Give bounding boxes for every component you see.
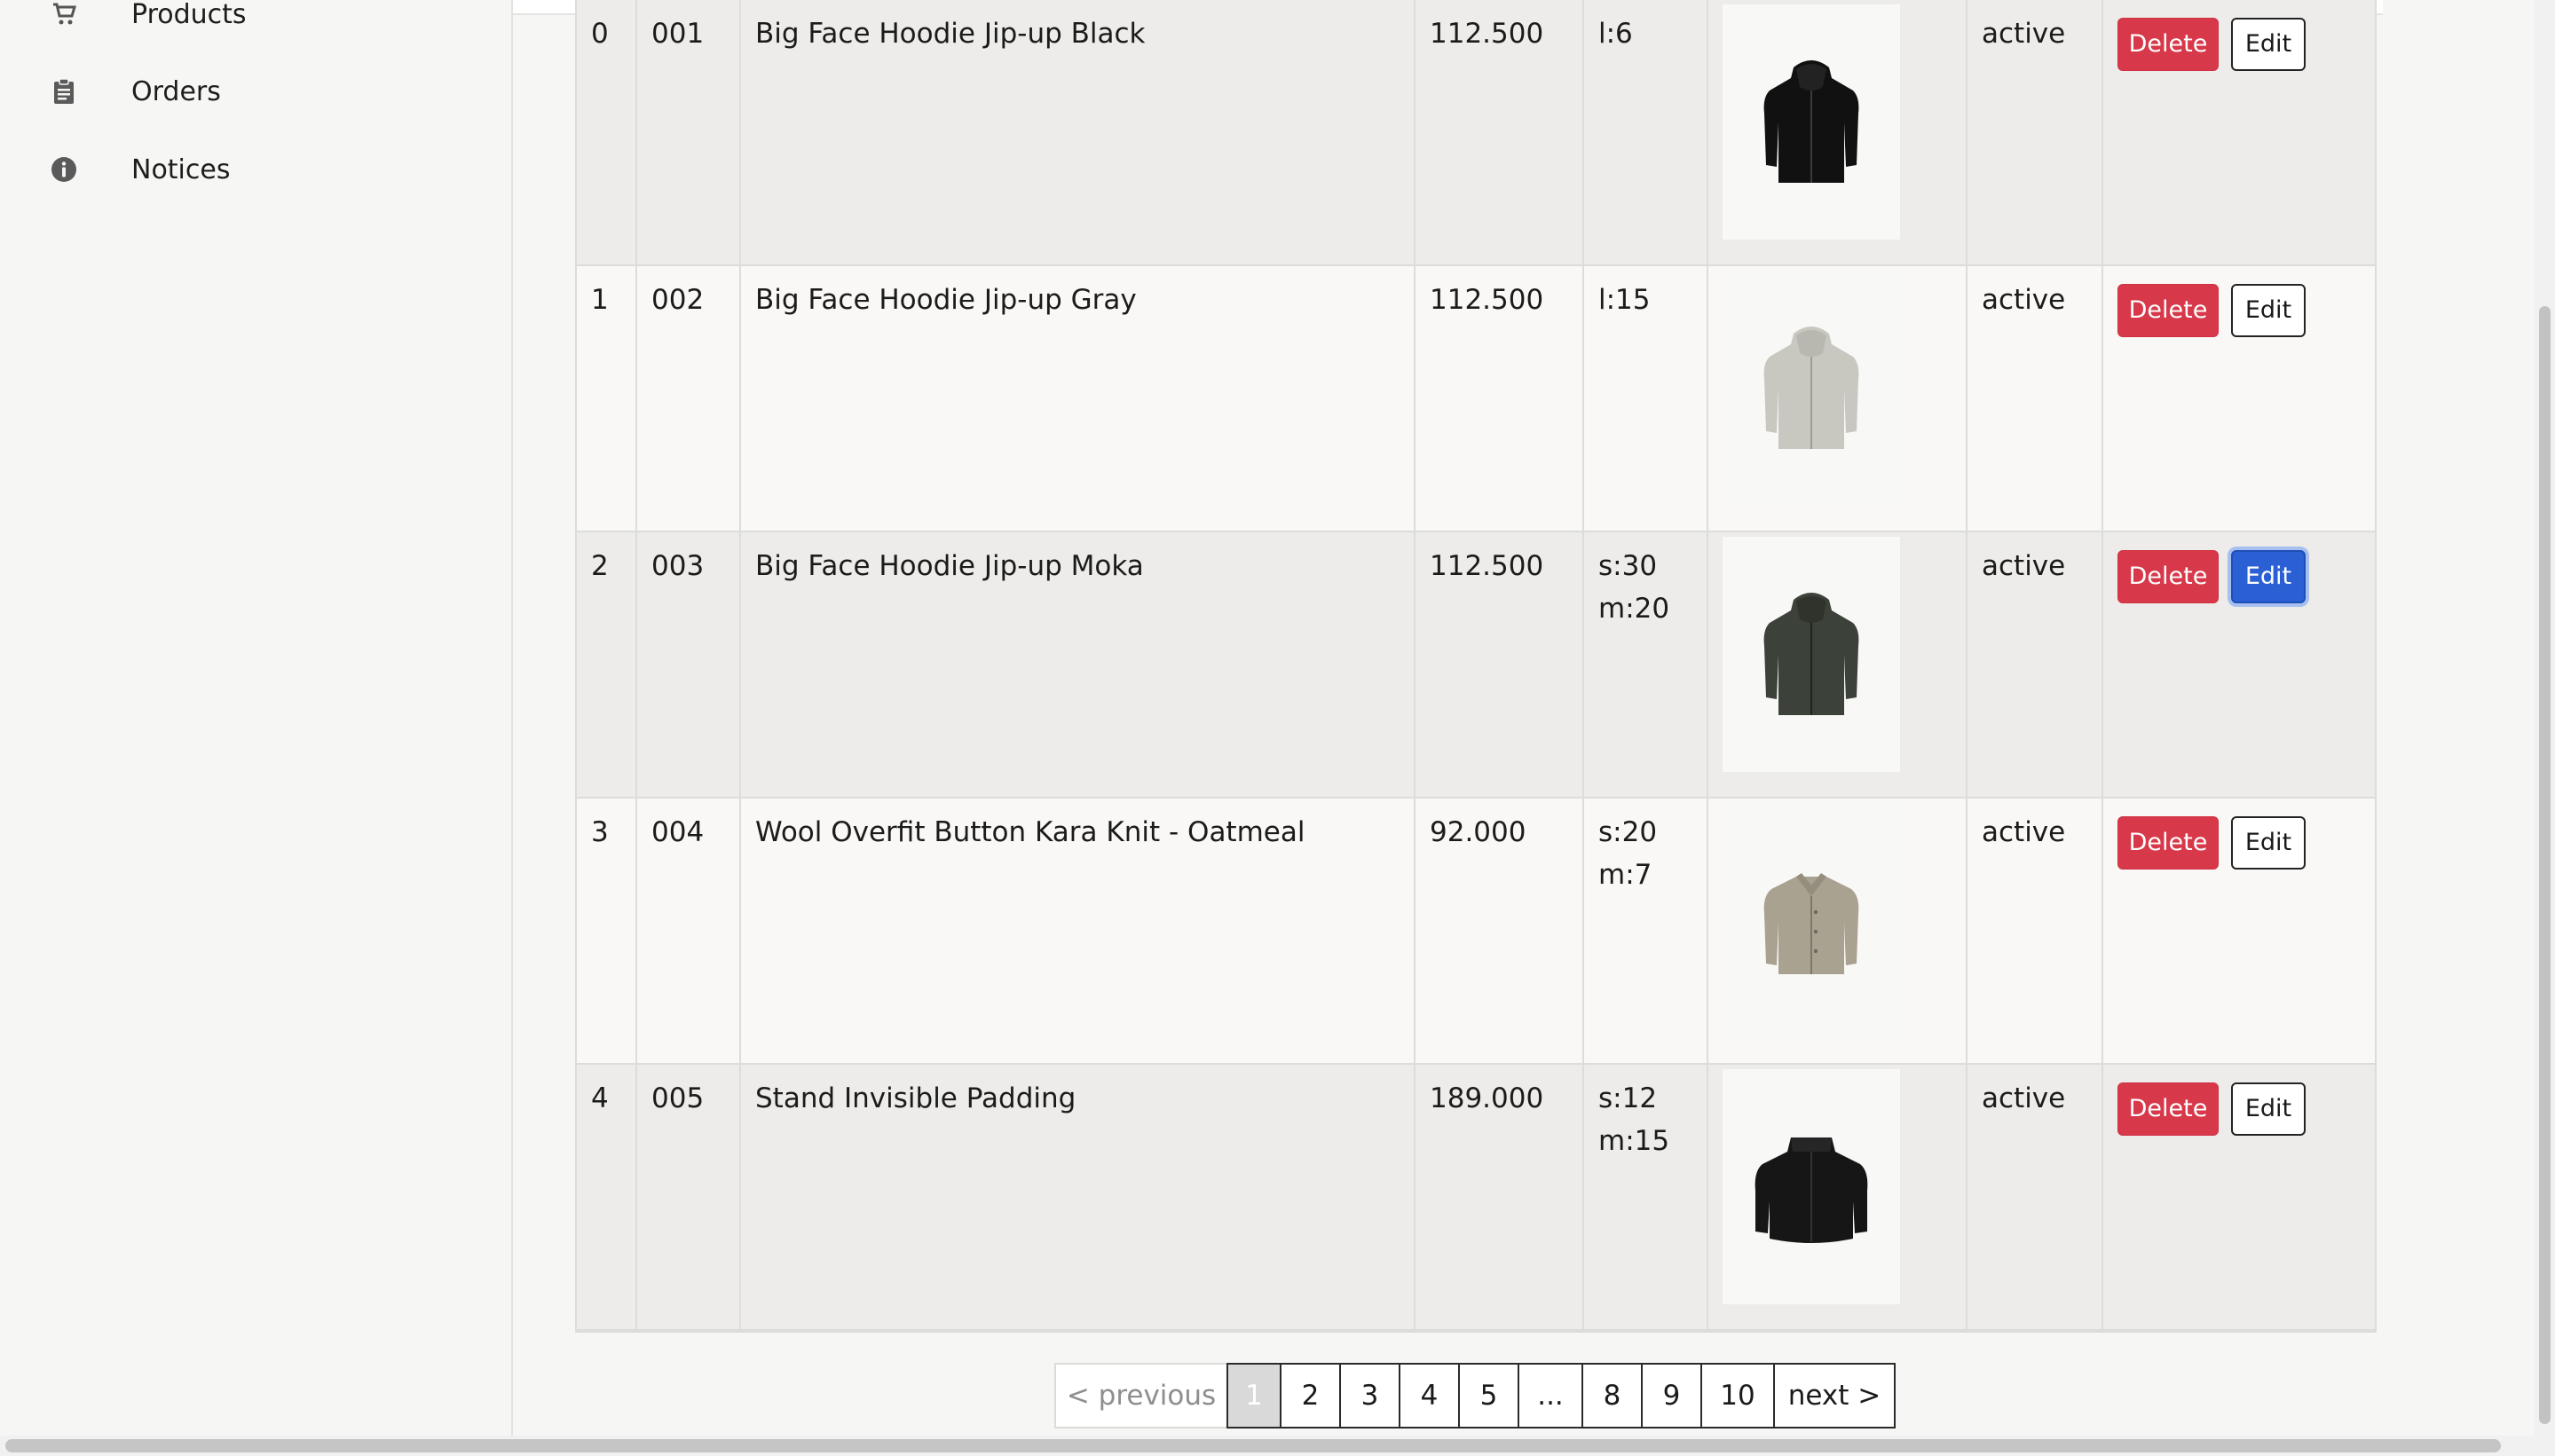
product-status: active — [1968, 532, 2103, 797]
products-table: 0 001 Big Face Hoodie Jip-up Black 112.5… — [575, 0, 2377, 1333]
main-content: 0 001 Big Face Hoodie Jip-up Black 112.5… — [513, 0, 2527, 1456]
next-page-button[interactable]: next > — [1775, 1363, 1896, 1428]
edit-button[interactable]: Edit — [2231, 1082, 2306, 1136]
product-code: 001 — [637, 0, 741, 264]
table-row: 1 002 Big Face Hoodie Jip-up Gray 112.50… — [577, 266, 2375, 532]
info-icon — [50, 155, 78, 184]
row-actions: Delete Edit — [2103, 0, 2375, 264]
product-image-cell — [1708, 799, 1968, 1063]
product-code: 005 — [637, 1065, 741, 1329]
black-hoodie-image — [1763, 59, 1859, 183]
sidebar-item-orders[interactable]: Orders — [50, 65, 221, 118]
table-row: 4 005 Stand Invisible Padding 189.000 s:… — [577, 1065, 2375, 1331]
page-ellipsis: ... — [1519, 1363, 1583, 1428]
product-name: Wool Overfit Button Kara Knit - Oatmeal — [741, 799, 1416, 1063]
product-price: 112.500 — [1416, 266, 1584, 531]
product-status: active — [1968, 1065, 2103, 1329]
product-code: 004 — [637, 799, 741, 1063]
product-image — [1723, 1069, 1900, 1304]
row-actions: Delete Edit — [2103, 1065, 2375, 1329]
edit-button[interactable]: Edit — [2231, 550, 2306, 603]
row-actions: Delete Edit — [2103, 266, 2375, 531]
page-button-4[interactable]: 4 — [1400, 1363, 1460, 1428]
horizontal-scrollbar[interactable] — [0, 1436, 2555, 1456]
sidebar-item-label: Orders — [131, 75, 221, 107]
product-name: Big Face Hoodie Jip-up Gray — [741, 266, 1416, 531]
knit-cardigan-image — [1763, 872, 1859, 974]
sidebar: Products Orders Notices — [0, 0, 513, 1456]
sidebar-item-notices[interactable]: Notices — [50, 143, 230, 196]
delete-button[interactable]: Delete — [2117, 18, 2219, 71]
product-image — [1723, 4, 1900, 240]
page-button-8[interactable]: 8 — [1583, 1363, 1643, 1428]
page-button-5[interactable]: 5 — [1460, 1363, 1519, 1428]
page-button-1[interactable]: 1 — [1226, 1363, 1281, 1428]
product-price: 92.000 — [1416, 799, 1584, 1063]
page-button-3[interactable]: 3 — [1341, 1363, 1400, 1428]
cart-icon — [50, 0, 78, 28]
delete-button[interactable]: Delete — [2117, 1082, 2219, 1136]
product-image-cell — [1708, 532, 1968, 797]
pagination: < previous 1 2 3 4 5 ... 8 9 10 next > — [1054, 1363, 1896, 1428]
row-index: 0 — [577, 0, 637, 264]
page-button-10[interactable]: 10 — [1702, 1363, 1775, 1428]
row-actions: Delete Edit — [2103, 532, 2375, 797]
table-row: 0 001 Big Face Hoodie Jip-up Black 112.5… — [577, 0, 2375, 266]
product-name: Big Face Hoodie Jip-up Moka — [741, 532, 1416, 797]
row-actions: Delete Edit — [2103, 799, 2375, 1063]
product-status: active — [1968, 0, 2103, 264]
product-stock: l:15 — [1584, 266, 1708, 531]
delete-button[interactable]: Delete — [2117, 284, 2219, 337]
product-status: active — [1968, 266, 2103, 531]
product-code: 002 — [637, 266, 741, 531]
product-stock: l:6 — [1584, 0, 1708, 264]
row-index: 4 — [577, 1065, 637, 1329]
product-stock: s:20 m:7 — [1584, 799, 1708, 1063]
table-row: 3 004 Wool Overfit Button Kara Knit - Oa… — [577, 799, 2375, 1065]
row-index: 2 — [577, 532, 637, 797]
product-image — [1723, 271, 1900, 506]
vertical-scrollbar[interactable] — [2534, 0, 2555, 1436]
row-index: 1 — [577, 266, 637, 531]
moka-hoodie-image — [1763, 592, 1859, 715]
table-row: 2 003 Big Face Hoodie Jip-up Moka 112.50… — [577, 532, 2375, 799]
edit-button[interactable]: Edit — [2231, 18, 2306, 71]
sidebar-item-label: Notices — [131, 153, 231, 185]
product-name: Big Face Hoodie Jip-up Black — [741, 0, 1416, 264]
product-code: 003 — [637, 532, 741, 797]
product-image-cell — [1708, 1065, 1968, 1329]
product-name: Stand Invisible Padding — [741, 1065, 1416, 1329]
clipboard-icon — [50, 77, 78, 106]
product-price: 112.500 — [1416, 532, 1584, 797]
product-stock: s:12 m:15 — [1584, 1065, 1708, 1329]
sidebar-item-label: Products — [131, 0, 247, 30]
product-image-cell — [1708, 0, 1968, 264]
product-image — [1723, 803, 1900, 1038]
product-status: active — [1968, 799, 2103, 1063]
product-stock: s:30 m:20 — [1584, 532, 1708, 797]
edit-button[interactable]: Edit — [2231, 816, 2306, 870]
product-price: 189.000 — [1416, 1065, 1584, 1329]
delete-button[interactable]: Delete — [2117, 550, 2219, 603]
product-image — [1723, 537, 1900, 772]
page-button-2[interactable]: 2 — [1281, 1363, 1341, 1428]
delete-button[interactable]: Delete — [2117, 816, 2219, 870]
previous-page-button[interactable]: < previous — [1054, 1363, 1226, 1428]
page-button-9[interactable]: 9 — [1643, 1363, 1702, 1428]
product-image-cell — [1708, 266, 1968, 531]
edit-button[interactable]: Edit — [2231, 284, 2306, 337]
product-price: 112.500 — [1416, 0, 1584, 264]
row-index: 3 — [577, 799, 637, 1063]
vertical-scrollbar-thumb[interactable] — [2539, 306, 2551, 1424]
sidebar-item-products[interactable]: Products — [50, 0, 247, 41]
padding-jacket-image — [1755, 1137, 1868, 1243]
gray-hoodie-image — [1763, 326, 1859, 449]
horizontal-scrollbar-thumb[interactable] — [5, 1439, 2501, 1452]
